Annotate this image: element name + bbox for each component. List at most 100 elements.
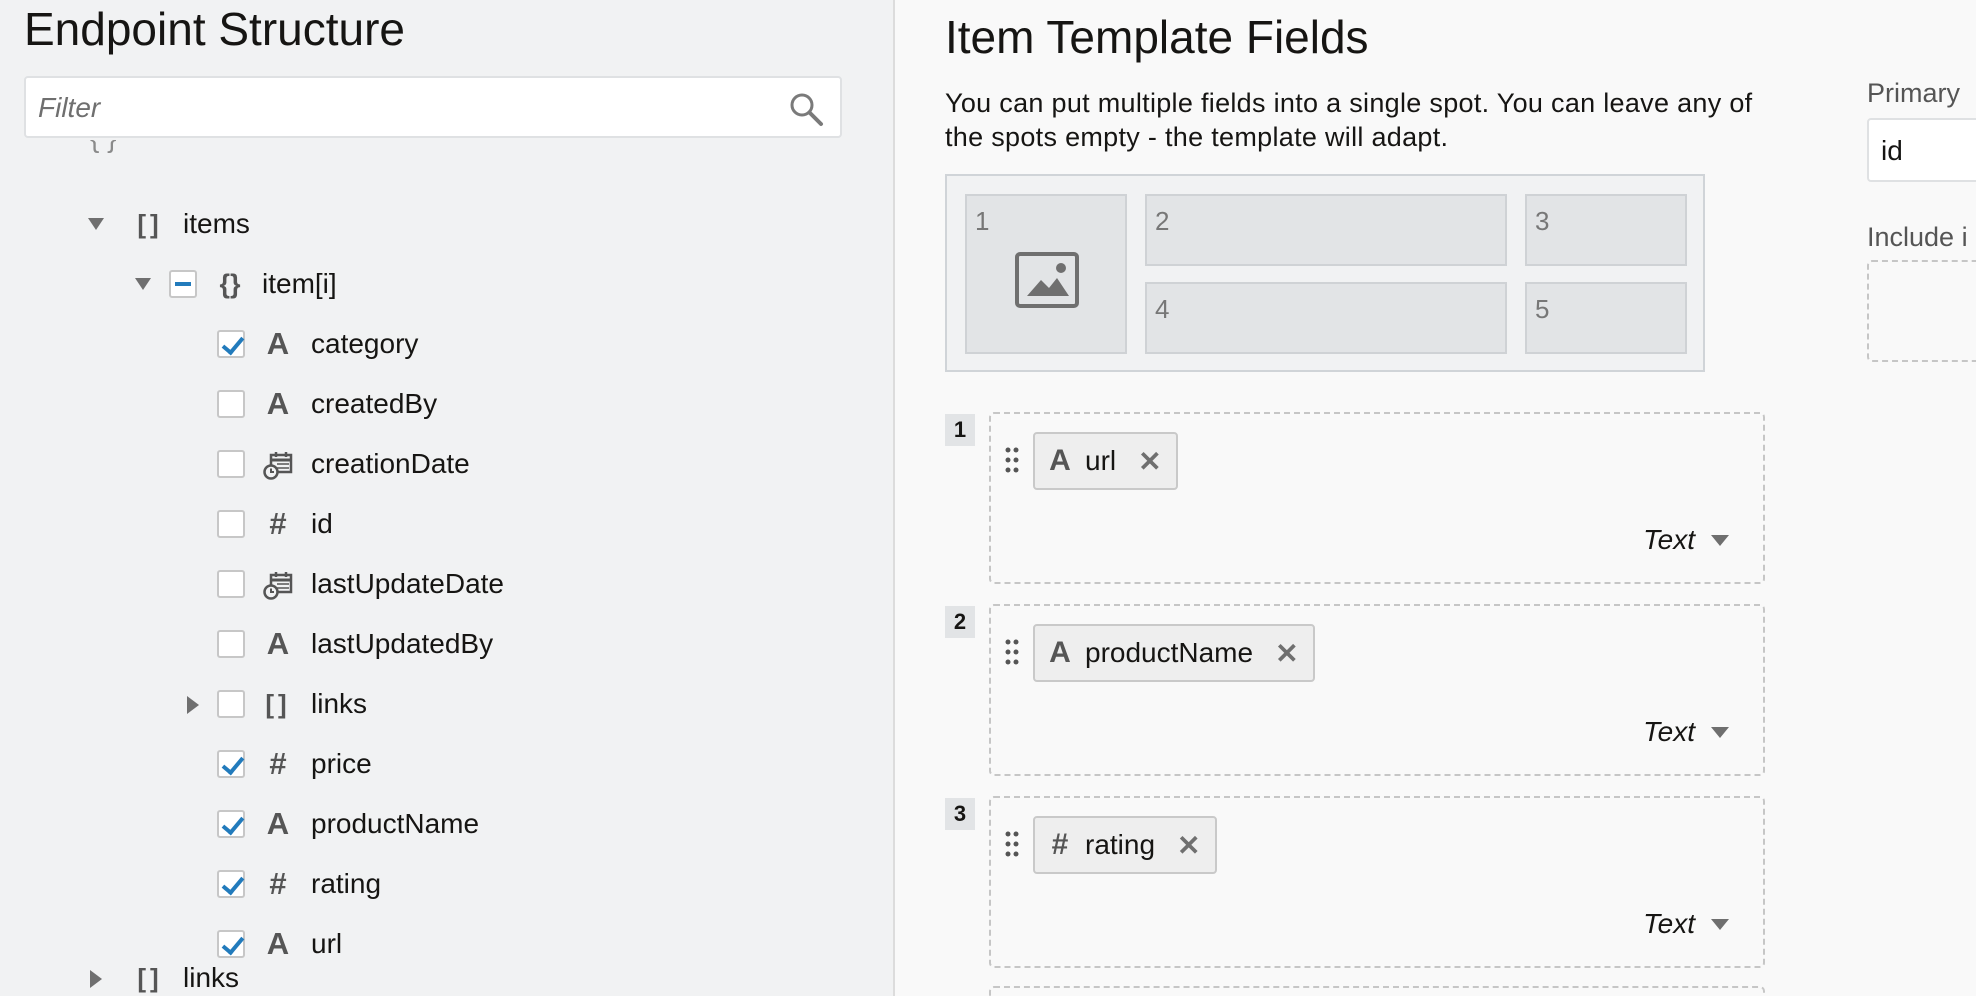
chip-label: rating xyxy=(1085,829,1156,860)
date-icon xyxy=(262,442,294,486)
tree-checkbox[interactable] xyxy=(217,750,245,778)
remove-icon[interactable]: ✕ xyxy=(1275,637,1298,670)
search-icon[interactable] xyxy=(788,91,824,127)
tree-node-label: price xyxy=(311,748,372,779)
collapse-caret-icon[interactable] xyxy=(187,696,199,714)
tree-checkbox[interactable] xyxy=(217,570,245,598)
tree-node-label: productName xyxy=(311,808,480,839)
field-index: 3 xyxy=(945,798,975,830)
tree-node-links-root[interactable]: [] links xyxy=(0,952,880,996)
layout-spot-4[interactable]: 4 xyxy=(1145,282,1507,354)
tree-node-links[interactable]: [] links xyxy=(0,678,880,734)
include-drop-zone[interactable] xyxy=(1867,260,1976,362)
field-type-value: Text xyxy=(1643,524,1695,555)
image-placeholder-icon xyxy=(1015,252,1079,308)
remove-icon[interactable]: ✕ xyxy=(1177,829,1200,862)
string-icon: A xyxy=(266,806,290,841)
tree-checkbox[interactable] xyxy=(217,390,245,418)
primary-key-input[interactable] xyxy=(1879,132,1976,170)
tree-checkbox[interactable] xyxy=(217,690,245,718)
tree-checkbox[interactable] xyxy=(217,630,245,658)
collapse-caret-icon[interactable] xyxy=(90,970,102,988)
layout-spot-5[interactable]: 5 xyxy=(1525,282,1687,354)
panel-title: Endpoint Structure xyxy=(24,3,406,55)
tree-node-label: createdBy xyxy=(311,388,438,419)
number-icon: # xyxy=(269,746,287,781)
field-type-select[interactable]: Text xyxy=(1643,908,1729,940)
tree-node-category[interactable]: A category xyxy=(0,318,880,374)
expand-caret-icon[interactable] xyxy=(88,218,104,230)
template-layout-preview: 1 2 3 4 5 xyxy=(945,174,1705,372)
spot-number: 3 xyxy=(1535,206,1550,236)
field-drop-zone[interactable]: # rating ✕ Text xyxy=(989,796,1765,968)
spot-number: 4 xyxy=(1155,294,1170,324)
template-field-row-2: 2 A productName ✕ Text xyxy=(945,604,1765,776)
object-icon: {} xyxy=(219,269,241,299)
tree-node-lastupdatedate[interactable]: lastUpdateDate xyxy=(0,558,880,614)
field-type-select[interactable]: Text xyxy=(1643,524,1729,556)
tree-node-label: rating xyxy=(311,868,382,899)
tree-node-productname[interactable]: A productName xyxy=(0,798,880,854)
item-template-panel: Item Template Fields You can put multipl… xyxy=(895,0,1976,996)
endpoint-structure-panel: Endpoint Structure { } [] items {} item[… xyxy=(0,0,895,996)
field-type-select[interactable]: Text xyxy=(1643,716,1729,748)
dropdown-arrow-icon[interactable] xyxy=(1711,918,1729,930)
tree-node-creationdate[interactable]: creationDate xyxy=(0,438,880,494)
tree-node-item[interactable]: {} item[i] xyxy=(0,258,880,314)
string-icon: A xyxy=(266,626,290,661)
field-type-value: Text xyxy=(1643,716,1695,747)
tree-checkbox[interactable] xyxy=(169,270,197,298)
dropdown-arrow-icon[interactable] xyxy=(1711,726,1729,738)
tree-checkbox[interactable] xyxy=(217,810,245,838)
tree-node-createdby[interactable]: A createdBy xyxy=(0,378,880,434)
template-field-row-3: 3 # rating ✕ Text xyxy=(945,796,1765,968)
section-title: Item Template Fields xyxy=(945,11,1369,63)
string-icon: A xyxy=(266,326,290,361)
cut-off-tree-node: { } xyxy=(90,140,116,154)
tree-node-label: lastUpdatedBy xyxy=(311,628,494,659)
template-field-row-1: 1 A url ✕ Text xyxy=(945,412,1765,584)
expand-caret-icon[interactable] xyxy=(135,278,151,290)
filter-field[interactable] xyxy=(24,76,842,138)
include-label: Include i xyxy=(1867,222,1968,252)
spot-number: 2 xyxy=(1155,206,1170,236)
tree-node-label: id xyxy=(311,508,333,539)
field-drop-zone[interactable]: A url ✕ Text xyxy=(989,412,1765,584)
date-icon xyxy=(262,562,294,606)
tree-node-id[interactable]: # id xyxy=(0,498,880,554)
field-index: 1 xyxy=(945,414,975,446)
number-icon: # xyxy=(269,866,287,901)
tree-checkbox[interactable] xyxy=(217,510,245,538)
tree-checkbox[interactable] xyxy=(217,330,245,358)
chip-label: productName xyxy=(1085,637,1254,668)
field-type-value: Text xyxy=(1643,908,1695,939)
primary-key-field[interactable] xyxy=(1867,118,1976,182)
tree-node-rating[interactable]: # rating xyxy=(0,858,880,914)
layout-spot-2[interactable]: 2 xyxy=(1145,194,1507,266)
dropdown-arrow-icon[interactable] xyxy=(1711,534,1729,546)
drag-handle-icon[interactable] xyxy=(1005,830,1019,858)
tree-node-price[interactable]: # price xyxy=(0,738,880,794)
array-icon: [] xyxy=(137,209,163,239)
field-chip[interactable]: A url ✕ xyxy=(1033,432,1178,490)
field-drop-zone[interactable]: A productName ✕ Text xyxy=(989,604,1765,776)
spot-number: 1 xyxy=(975,206,990,236)
tree-node-items[interactable]: [] items xyxy=(0,198,880,254)
filter-input[interactable] xyxy=(36,88,780,128)
tree-checkbox[interactable] xyxy=(217,450,245,478)
template-description: You can put multiple fields into a singl… xyxy=(945,88,1753,152)
drag-handle-icon[interactable] xyxy=(1005,638,1019,666)
template-field-row-4[interactable] xyxy=(989,986,1765,996)
field-chip[interactable]: # rating ✕ xyxy=(1033,816,1217,874)
tree-checkbox[interactable] xyxy=(217,870,245,898)
tree-node-label: lastUpdateDate xyxy=(311,568,505,599)
drag-handle-icon[interactable] xyxy=(1005,446,1019,474)
remove-icon[interactable]: ✕ xyxy=(1138,445,1161,478)
tree-node-label: links xyxy=(183,962,240,993)
primary-key-label: Primary xyxy=(1867,78,1960,108)
string-icon: A xyxy=(266,386,290,421)
layout-spot-3[interactable]: 3 xyxy=(1525,194,1687,266)
field-chip[interactable]: A productName ✕ xyxy=(1033,624,1315,682)
layout-spot-1[interactable]: 1 xyxy=(965,194,1127,354)
tree-node-lastupdatedby[interactable]: A lastUpdatedBy xyxy=(0,618,880,674)
